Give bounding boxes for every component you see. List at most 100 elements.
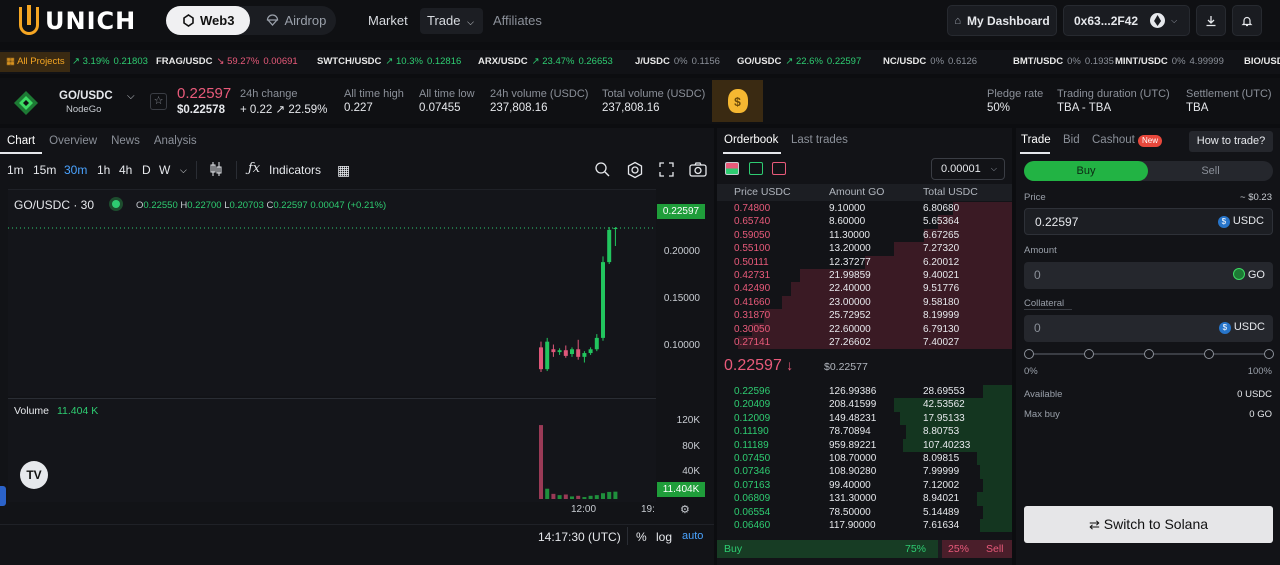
view-asks-icon[interactable] xyxy=(772,162,786,175)
ask-row[interactable]: 0.55100 13.20000 7.27320 xyxy=(717,242,1012,256)
percent-scale-toggle[interactable]: % xyxy=(636,530,647,544)
ask-row[interactable]: 0.42731 21.99859 9.40021 xyxy=(717,269,1012,283)
slider-step-dot[interactable] xyxy=(1144,349,1154,359)
fullscreen-icon[interactable] xyxy=(659,162,674,177)
ask-row[interactable]: 0.42490 22.40000 9.51776 xyxy=(717,282,1012,296)
precision-select[interactable]: 0.00001 ⌵ xyxy=(931,158,1005,180)
camera-icon[interactable] xyxy=(689,162,707,177)
ask-row[interactable]: 0.30050 22.60000 6.79130 xyxy=(717,322,1012,336)
bid-row[interactable]: 0.07163 99.40000 7.12002 xyxy=(717,478,1012,493)
interval-1h[interactable]: 1h xyxy=(97,163,110,177)
tab-analysis[interactable]: Analysis xyxy=(147,128,204,154)
ticker-item[interactable]: J/USDC 0% 0.1156 xyxy=(635,50,720,74)
ticker-item[interactable]: BMT/USDC 0% 0.1935 xyxy=(1013,50,1114,74)
bid-row[interactable]: 0.06460 117.90000 7.61634 xyxy=(717,519,1012,533)
bid-row[interactable]: 0.11189 959.89221 107.40233 xyxy=(717,438,1012,452)
unich-logo[interactable]: UNICH xyxy=(19,5,136,36)
ticker-item[interactable]: ↗ 3.19% 0.21803 xyxy=(72,50,148,74)
bid-row[interactable]: 0.06809 131.30000 8.94021 xyxy=(717,492,1012,506)
price-plot[interactable]: GO/USDC · 30 O0.22550 H0.22700 L0.20703 … xyxy=(8,189,656,396)
price-axis[interactable]: 0.10000 0.15000 0.20000 0.22597 120K 80K 40K… xyxy=(656,189,714,502)
log-scale-toggle[interactable]: log xyxy=(656,530,672,544)
ask-row[interactable]: 0.50111 12.37277 6.20012 xyxy=(717,255,1012,269)
tab-orderbook[interactable]: Orderbook xyxy=(724,134,778,146)
bid-row[interactable]: 0.20409 208.41599 42.53562 xyxy=(717,398,1012,412)
bid-row[interactable]: 0.06554 78.50000 5.14489 xyxy=(717,505,1012,519)
function-icon[interactable]: ƒx xyxy=(248,161,260,176)
ask-row[interactable]: 0.65740 8.60000 5.65364 xyxy=(717,215,1012,229)
nav-affiliates-link[interactable]: Affiliates xyxy=(486,8,549,34)
tab-bid[interactable]: Bid xyxy=(1063,134,1080,146)
tab-news[interactable]: News xyxy=(104,128,147,154)
nav-trade-dropdown[interactable]: Trade ⌵ xyxy=(420,8,483,34)
interval-30m[interactable]: 30m xyxy=(64,163,87,177)
ask-row[interactable]: 0.41660 23.00000 9.58180 xyxy=(717,295,1012,310)
pair-selector-chevron-icon[interactable]: ⌵ xyxy=(127,91,135,102)
settings-gear-icon[interactable] xyxy=(626,161,644,179)
collateral-input[interactable]: 0 $ USDC xyxy=(1024,315,1273,342)
amount-input[interactable]: 0 GO xyxy=(1024,262,1273,289)
ask-row[interactable]: 0.27141 27.26602 7.40027 xyxy=(717,336,1012,350)
tab-overview[interactable]: Overview xyxy=(42,128,104,154)
money-bag-icon[interactable]: $ xyxy=(712,80,763,122)
bid-row[interactable]: 0.07346 108.90280 7.99999 xyxy=(717,465,1012,479)
favorite-star-icon[interactable]: ☆ xyxy=(150,93,167,110)
chevron-down-icon[interactable]: ⌵ xyxy=(180,165,187,176)
nav-market-link[interactable]: Market xyxy=(361,8,415,34)
notifications-button[interactable] xyxy=(1232,5,1262,36)
wallet-button[interactable]: 0x63...2F42 ⌵ xyxy=(1063,5,1190,36)
price-input[interactable]: 0.22597 $ USDC xyxy=(1024,208,1273,235)
bid-row[interactable]: 0.22596 126.99386 28.69553 xyxy=(717,385,1012,399)
slider-step-dot[interactable] xyxy=(1024,349,1034,359)
download-button[interactable] xyxy=(1196,5,1226,36)
ticker-item[interactable]: NC/USDC 0% 0.6126 xyxy=(883,50,977,74)
search-icon[interactable] xyxy=(594,161,611,178)
ask-row[interactable]: 0.74800 9.10000 6.80680 xyxy=(717,202,1012,216)
interval-w[interactable]: W xyxy=(159,163,170,177)
indicators-button[interactable]: Indicators xyxy=(269,163,321,177)
utc-clock[interactable]: 14:17:30 (UTC) xyxy=(538,530,621,544)
candles-icon[interactable] xyxy=(209,161,223,177)
bid-row[interactable]: 0.07450 108.70000 8.09815 xyxy=(717,452,1012,466)
bid-row[interactable]: 0.11190 78.70894 8.80753 xyxy=(717,425,1012,439)
slider-step-dot[interactable] xyxy=(1084,349,1094,359)
tradingview-logo-icon[interactable]: TV xyxy=(20,461,48,489)
bid-total: 28.69553 xyxy=(923,386,965,397)
volume-plot[interactable]: Volume 11.404 K TV xyxy=(8,398,656,502)
ask-row[interactable]: 0.59050 11.30000 6.67265 xyxy=(717,228,1012,243)
tab-cashout[interactable]: Cashout xyxy=(1092,134,1135,146)
layout-grid-icon[interactable]: ▦ xyxy=(337,162,350,179)
mode-web3-button[interactable]: Web3 xyxy=(166,6,251,35)
ticker-item[interactable]: ARX/USDC ↗ 23.47% 0.26653 xyxy=(478,50,613,74)
ticker-item[interactable]: SWTCH/USDC ↗ 10.3% 0.12816 xyxy=(317,50,461,74)
sell-tab-button[interactable]: Sell xyxy=(1148,161,1273,181)
view-bids-icon[interactable] xyxy=(749,162,763,175)
time-axis[interactable]: 12:00 19: ⚙ xyxy=(8,502,714,518)
view-both-icon[interactable] xyxy=(725,162,739,175)
my-dashboard-button[interactable]: ⌂ My Dashboard xyxy=(947,5,1057,36)
bid-row[interactable]: 0.12009 149.48231 17.95133 xyxy=(717,411,1012,426)
settings-gear-icon[interactable]: ⚙ xyxy=(680,503,690,516)
ticker-item[interactable]: BIO/USDC xyxy=(1244,50,1280,74)
how-to-trade-button[interactable]: How to trade? xyxy=(1189,131,1273,152)
mode-airdrop-button[interactable]: Airdrop xyxy=(250,6,342,35)
interval-15m[interactable]: 15m xyxy=(33,163,56,177)
ask-row[interactable]: 0.31870 25.72952 8.19999 xyxy=(717,309,1012,323)
slider-step-dot[interactable] xyxy=(1264,349,1274,359)
ticker-item[interactable]: GO/USDC ↗ 22.6% 0.22597 xyxy=(737,50,861,74)
buy-tab-button[interactable]: Buy xyxy=(1024,161,1148,181)
switch-to-solana-button[interactable]: ⇄ Switch to Solana xyxy=(1024,506,1273,543)
ticker-item[interactable]: FRAG/USDC ↘ 59.27% 0.00691 xyxy=(156,50,298,74)
tab-chart[interactable]: Chart xyxy=(0,128,43,154)
ticker-price: 0.21803 xyxy=(113,56,148,67)
interval-d[interactable]: D xyxy=(142,163,151,177)
slider-step-dot[interactable] xyxy=(1204,349,1214,359)
all-projects-button[interactable]: ▦ All Projects xyxy=(0,52,70,72)
tab-last-trades[interactable]: Last trades xyxy=(791,134,848,146)
auto-scale-toggle[interactable]: auto xyxy=(682,530,703,542)
side-drawer-handle[interactable] xyxy=(0,486,6,506)
interval-1m[interactable]: 1m xyxy=(7,163,24,177)
interval-4h[interactable]: 4h xyxy=(119,163,132,177)
ticker-item[interactable]: MINT/USDC 0% 4.99999 xyxy=(1115,50,1224,74)
tab-trade[interactable]: Trade xyxy=(1021,134,1051,146)
